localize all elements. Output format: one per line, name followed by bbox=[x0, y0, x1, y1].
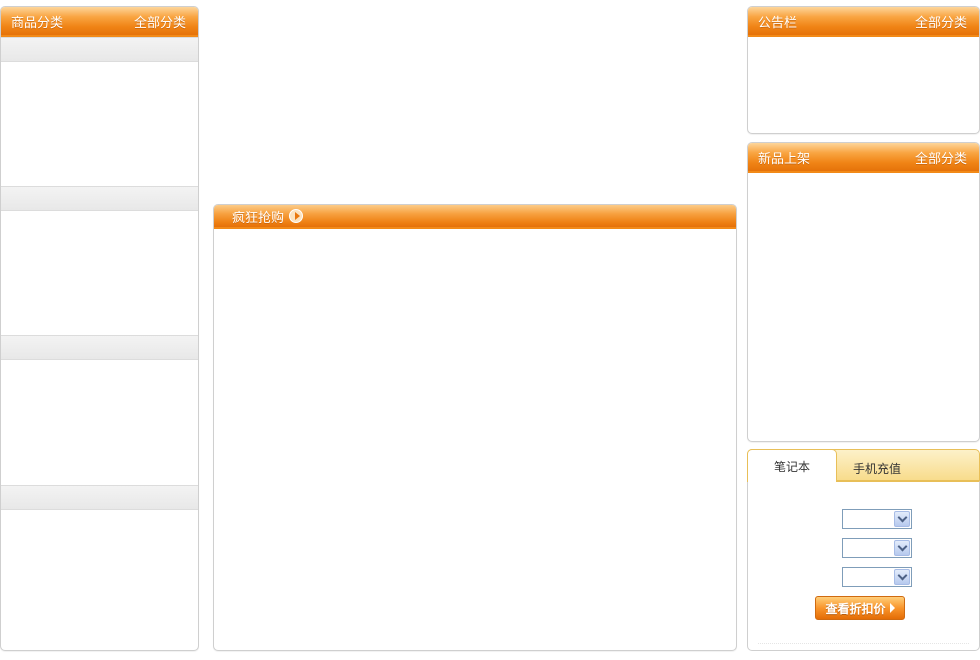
view-discount-button[interactable]: 查看折扣价 bbox=[815, 596, 905, 620]
chevron-down-icon[interactable] bbox=[894, 569, 910, 585]
category-group-body bbox=[1, 360, 198, 485]
chevron-down-icon[interactable] bbox=[894, 540, 910, 556]
notice-panel-header: 公告栏 全部分类 bbox=[748, 7, 979, 37]
arrow-right-circle-icon[interactable] bbox=[289, 209, 304, 223]
category-group-body bbox=[1, 62, 198, 186]
category-panel: 商品分类 全部分类 bbox=[0, 6, 199, 651]
notice-content bbox=[748, 37, 979, 131]
new-arrivals-title: 新品上架 bbox=[758, 151, 811, 167]
triangle-right-icon bbox=[889, 603, 895, 613]
new-arrivals-panel: 新品上架 全部分类 bbox=[747, 142, 980, 442]
category-group-header bbox=[1, 485, 198, 510]
notice-panel-title: 公告栏 bbox=[758, 15, 798, 31]
new-arrivals-content bbox=[748, 173, 979, 439]
new-arrivals-header: 新品上架 全部分类 bbox=[748, 143, 979, 173]
flash-sale-title: 疯狂抢购 bbox=[232, 210, 285, 226]
tab-notebook[interactable]: 笔记本 bbox=[747, 449, 837, 482]
select-model[interactable] bbox=[842, 538, 912, 558]
tabs-body: 查看折扣价 bbox=[747, 481, 980, 651]
notice-panel: 公告栏 全部分类 bbox=[747, 6, 980, 134]
flash-sale-content bbox=[214, 229, 736, 649]
new-arrivals-all-link[interactable]: 全部分类 bbox=[915, 148, 967, 167]
category-group-header bbox=[1, 37, 198, 62]
category-panel-title: 商品分类 bbox=[11, 15, 64, 31]
category-group-header bbox=[1, 335, 198, 360]
category-panel-header: 商品分类 全部分类 bbox=[1, 7, 198, 37]
select-brand[interactable] bbox=[842, 509, 912, 529]
all-categories-link[interactable]: 全部分类 bbox=[134, 12, 186, 31]
divider bbox=[758, 643, 969, 644]
view-discount-label: 查看折扣价 bbox=[825, 601, 886, 616]
flash-sale-panel: 疯狂抢购 bbox=[213, 204, 737, 651]
price-tabs-panel: 笔记本 手机充值 查看折扣价 bbox=[747, 449, 980, 651]
category-group-header bbox=[1, 186, 198, 211]
chevron-down-icon[interactable] bbox=[894, 511, 910, 527]
notice-all-link[interactable]: 全部分类 bbox=[915, 12, 967, 31]
tab-phone-recharge[interactable]: 手机充值 bbox=[837, 449, 917, 481]
select-price-range[interactable] bbox=[842, 567, 912, 587]
category-group-body bbox=[1, 211, 198, 335]
category-group-body bbox=[1, 510, 198, 630]
flash-sale-header: 疯狂抢购 bbox=[214, 205, 736, 229]
